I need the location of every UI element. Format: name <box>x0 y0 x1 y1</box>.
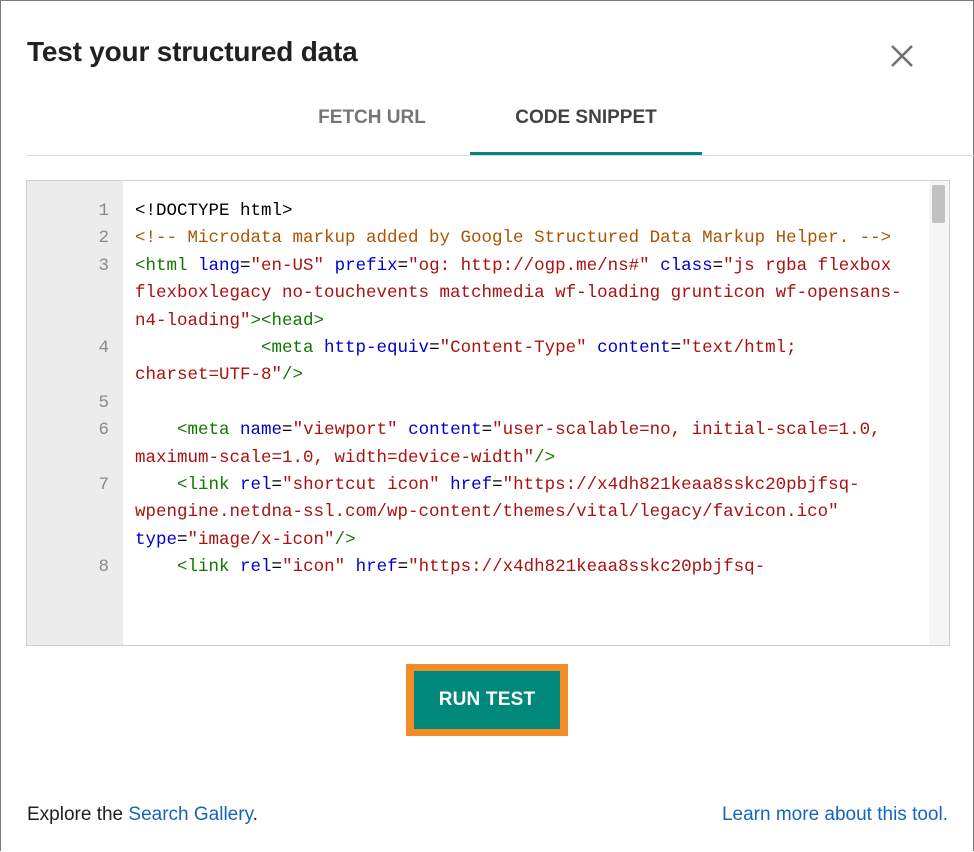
explore-prefix: Explore the <box>27 804 129 825</box>
code-token: = <box>670 338 682 359</box>
tab-fetch-url[interactable]: FETCH URL <box>286 99 458 155</box>
tab-code-snippet[interactable]: CODE SNIPPET <box>470 99 702 155</box>
code-token: content <box>586 338 671 359</box>
code-token: <!DOCTYPE html> <box>135 201 293 221</box>
code-token: = <box>712 255 724 276</box>
code-token: = <box>397 255 409 276</box>
code-line: 2 <!-- Microdata markup added by Google S… <box>27 225 927 252</box>
code-line: 7 <link rel="shortcut icon" href="https:… <box>27 472 927 554</box>
code-token: prefix <box>324 255 398 276</box>
code-token: http-equiv <box>324 338 430 359</box>
line-number: 1 <box>98 201 109 221</box>
code-text <box>135 390 915 417</box>
line-number: 2 <box>98 228 109 249</box>
code-line: 4 <meta http-equiv="Content-Type" conten… <box>27 335 927 390</box>
line-number: 7 <box>98 475 109 496</box>
code-token: = <box>397 557 409 578</box>
code-token: "og: http://ogp.me/ns#" <box>408 255 650 276</box>
code-token: = <box>282 420 293 441</box>
code-text: <link rel="shortcut icon" href="https://… <box>135 472 915 554</box>
code-token: /> <box>282 365 304 386</box>
code-token: <link <box>135 475 241 496</box>
code-token: href <box>439 475 493 496</box>
scrollbar-thumb[interactable] <box>932 185 945 223</box>
code-token: "viewport" <box>292 420 398 441</box>
line-number: 4 <box>98 338 109 359</box>
code-token: lang <box>198 255 241 276</box>
run-test-button[interactable]: RUN TEST <box>414 671 560 729</box>
code-token: "image/x-icon" <box>187 529 335 550</box>
code-token: "https://x4dh821keaa8sskc20pbjfsq- <box>408 557 766 578</box>
editor-scrollbar[interactable] <box>929 181 949 645</box>
code-text: <meta http-equiv="Content-Type" content=… <box>135 335 915 390</box>
line-number: 5 <box>98 392 109 413</box>
code-token: = <box>177 529 188 550</box>
code-token: "shortcut icon" <box>282 475 440 496</box>
search-gallery-link[interactable]: Search Gallery <box>128 804 252 825</box>
code-text: <html lang="en-US" prefix="og: http://og… <box>135 253 915 335</box>
code-token: content <box>397 420 482 441</box>
code-token: = <box>429 338 440 359</box>
code-line: 1 <!DOCTYPE html> <box>27 198 927 225</box>
code-token: /> <box>334 529 356 550</box>
code-lines[interactable]: 1 <!DOCTYPE html> 2 <!-- Microdata markup a… <box>27 198 927 582</box>
tab-bar: FETCH URL CODE SNIPPET <box>26 99 974 156</box>
explore-suffix: . <box>252 804 258 825</box>
footer-explore: Explore the Search Gallery. <box>27 804 258 826</box>
code-text: <!-- Microdata markup added by Google St… <box>135 225 915 252</box>
code-line: 8 <link rel="icon" href="https://x4dh821… <box>27 554 927 581</box>
code-token: = <box>271 475 283 496</box>
code-token: "en-US" <box>250 255 325 276</box>
code-token: rel <box>240 557 272 578</box>
code-token: <link <box>135 557 241 578</box>
code-token: "icon" <box>282 557 346 578</box>
line-number: 8 <box>98 557 109 578</box>
code-token: <!-- Microdata markup added by Google St… <box>135 228 892 249</box>
code-token: "Content-Type" <box>439 338 587 359</box>
dialog-title: Test your structured data <box>27 36 358 67</box>
code-token: rel <box>240 475 272 496</box>
code-token: = <box>481 420 493 441</box>
line-number: 3 <box>98 255 109 276</box>
code-token: = <box>492 475 503 496</box>
line-number: 6 <box>98 420 109 441</box>
code-token: <html <box>135 255 199 276</box>
code-token: /> <box>534 447 556 468</box>
code-text: <link rel="icon" href="https://x4dh821ke… <box>135 554 915 581</box>
code-token: ><head> <box>250 310 325 331</box>
code-line: 3 <html lang="en-US" prefix="og: http://o… <box>27 253 927 335</box>
code-token: = <box>271 557 283 578</box>
code-token: href <box>345 557 398 578</box>
code-text: <!DOCTYPE html> <box>135 198 915 225</box>
close-icon[interactable] <box>884 38 920 74</box>
code-line: 6 <meta name="viewport" content="user-sc… <box>27 417 927 472</box>
code-text: <meta name="viewport" content="user-scal… <box>135 417 915 472</box>
code-token: = <box>240 255 251 276</box>
code-editor[interactable]: 1 <!DOCTYPE html> 2 <!-- Microdata markup a… <box>26 180 950 646</box>
code-line: 5 <box>27 390 927 417</box>
code-token: class <box>649 255 713 276</box>
code-token: <meta <box>135 420 241 441</box>
code-token: <meta <box>135 338 325 359</box>
code-token: name <box>240 420 283 441</box>
learn-more-link[interactable]: Learn more about this tool. <box>722 804 948 826</box>
